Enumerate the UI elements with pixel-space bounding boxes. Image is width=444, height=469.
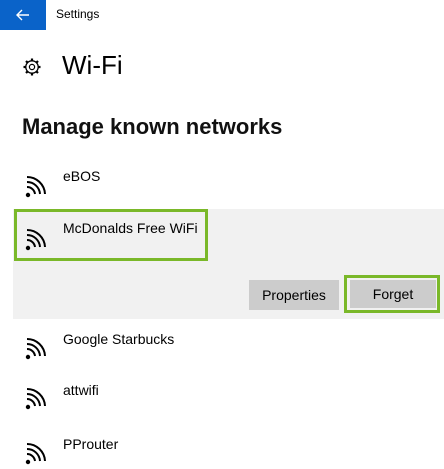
gear-icon — [23, 58, 41, 76]
network-item-attwifi[interactable]: attwifi — [0, 372, 444, 418]
network-item-pprouter[interactable]: PProuter — [0, 424, 444, 469]
network-name: eBOS — [63, 168, 101, 184]
network-name: Google Starbucks — [63, 331, 175, 347]
page-title: Wi-Fi — [62, 50, 123, 80]
selected-network-highlight — [14, 209, 208, 261]
network-name: PProuter — [63, 436, 119, 452]
network-item-google-starbucks[interactable]: Google Starbucks — [0, 322, 444, 368]
wifi-icon — [25, 442, 46, 465]
app-title: Settings — [56, 7, 100, 21]
forget-button[interactable]: Forget — [350, 280, 436, 308]
network-item-ebos[interactable]: eBOS — [0, 160, 444, 206]
network-name: attwifi — [63, 382, 99, 398]
properties-button[interactable]: Properties — [249, 280, 339, 310]
title-bar: Settings — [0, 0, 444, 30]
back-arrow-icon — [16, 9, 29, 21]
wifi-icon — [25, 175, 46, 198]
wifi-icon — [25, 337, 46, 360]
section-title: Manage known networks — [22, 114, 283, 139]
back-button[interactable] — [0, 0, 46, 30]
wifi-icon — [25, 387, 46, 410]
